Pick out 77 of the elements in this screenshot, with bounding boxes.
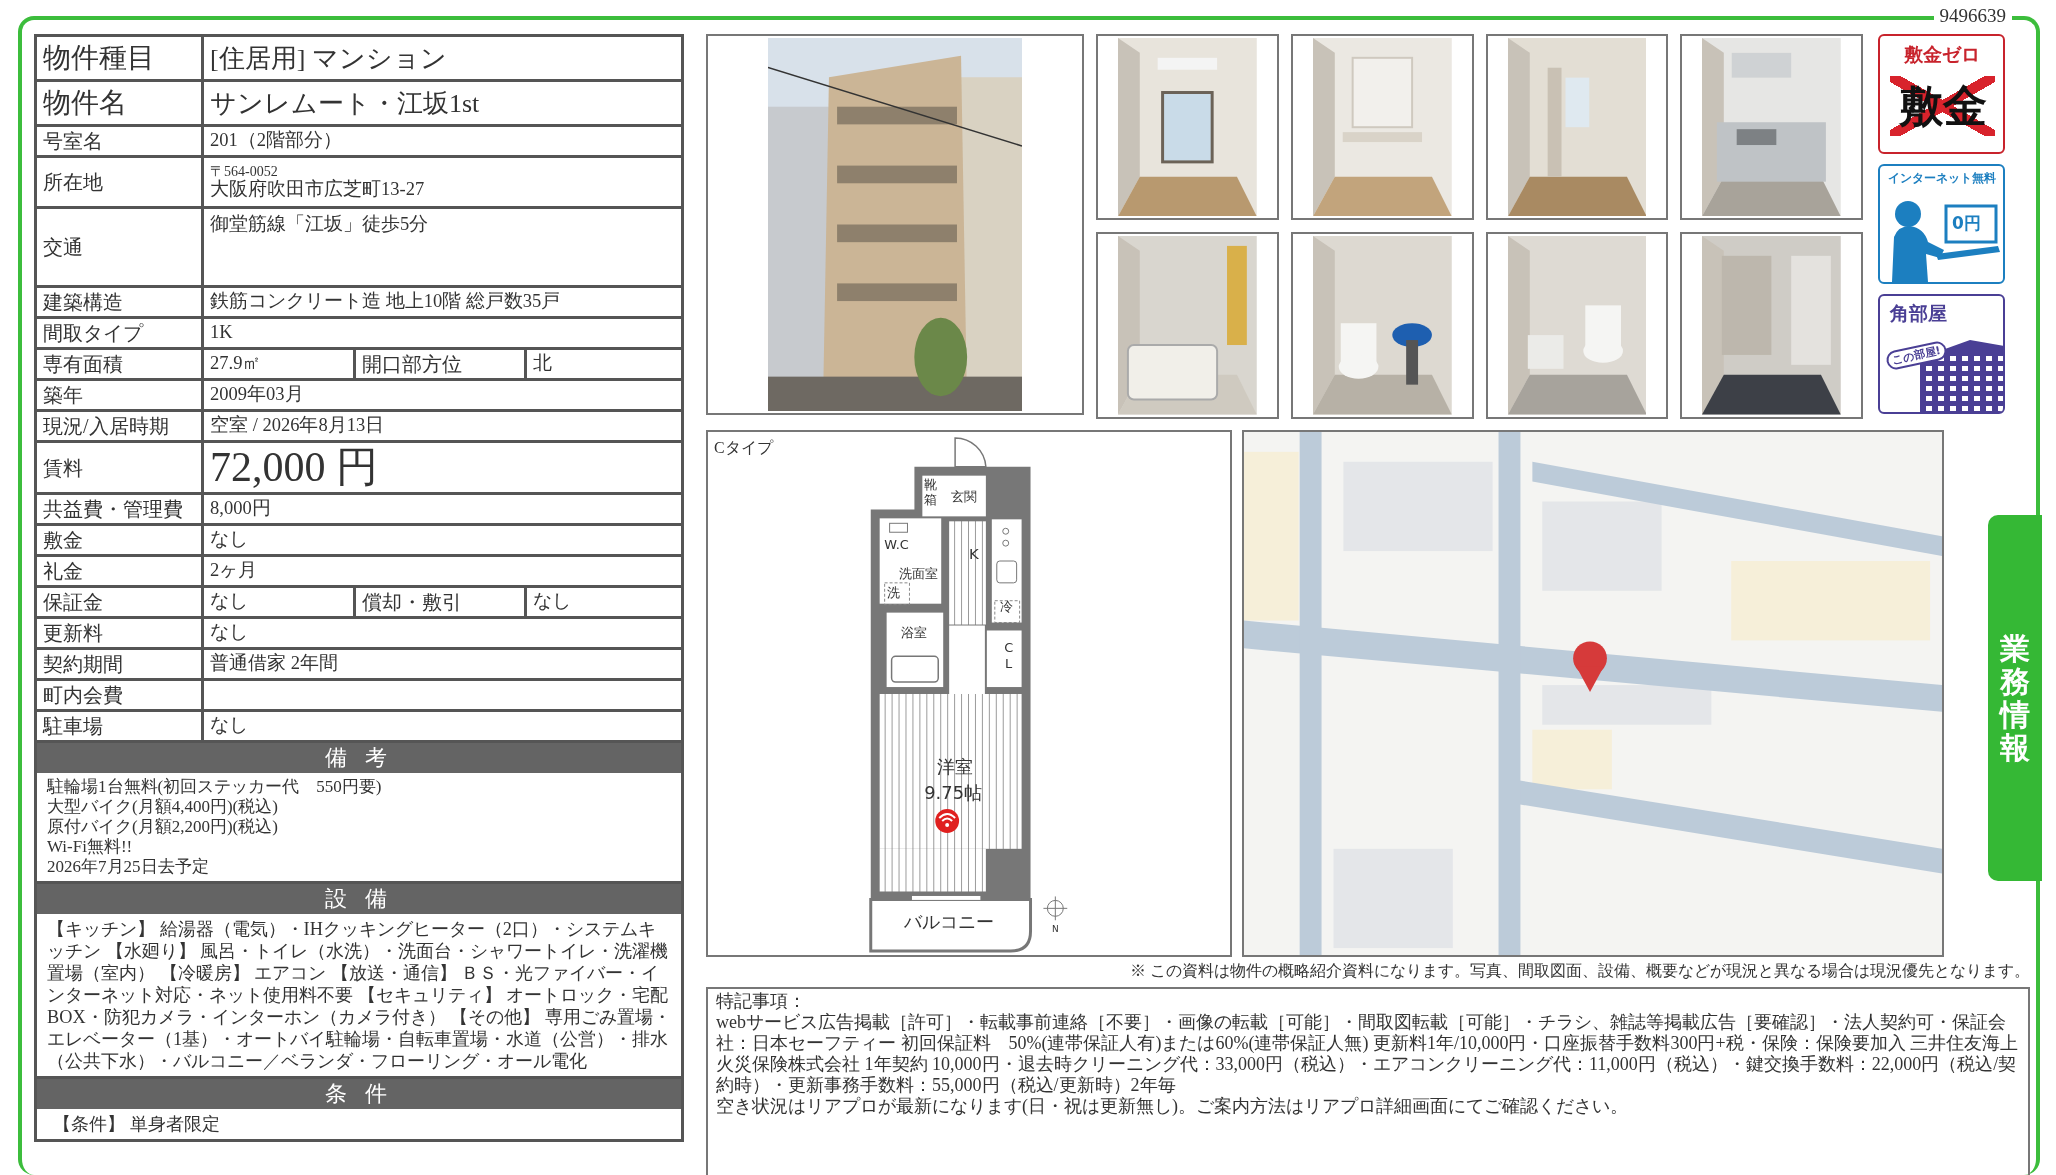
room-label: 靴箱 bbox=[923, 476, 937, 508]
field-value: 御堂筋線「江坂」徒歩5分 bbox=[210, 213, 429, 236]
field-value: なし bbox=[210, 714, 248, 738]
field-label: 開口部方位 bbox=[362, 352, 462, 377]
field-label: 駐車場 bbox=[43, 714, 103, 739]
field-label: 賃料 bbox=[43, 455, 83, 481]
room-label: バルコニー bbox=[904, 911, 995, 933]
notes-paragraph: webサービス広告掲載［許可］・転載事前連絡［不要］・画像の転載［可能］・間取図転載［可能］・チラシ、雑誌等掲載広告［要確認］・法人契約可・保証会社：日本セーフティー 初回保証料 50%(連帯保証人有)または60%(連帯保証人無) 更新料1年/10,000円・口座振替手数料300円+税・保険：保険要加入 三井住友海上火災保険株式会社 1年契約 10,000円・退去時クリーニング代：33,000円（税込）・エアコンクリーニング代：11,000円（税込）・鍵交換手数料：22,000円（税込/契約時）・更新事務手数料：55,000円（税込/更新時）2年毎 bbox=[716, 1012, 2020, 1096]
field-value: 1K bbox=[210, 321, 233, 345]
disclaimer-text: ※ この資料は物件の概略紹介資料になります。写真、間取図面、設備、概要などが現況と異なる場合は現況優先となります。 bbox=[1129, 961, 2030, 981]
field-label: 礼金 bbox=[43, 559, 83, 584]
remark-line: Wi-Fi無料!! bbox=[47, 837, 134, 857]
room-label: 洗面室 bbox=[898, 565, 938, 581]
plan-caption: Cタイプ bbox=[713, 438, 773, 456]
field-label: 間取タイプ bbox=[43, 321, 143, 346]
field-value: 普通借家 2年間 bbox=[210, 652, 338, 676]
equipment-text: 【キッチン】 給湯器（電気）・IHクッキングヒーター（2口）・システムキッチン 【水廻り】 風呂・トイレ（水洗）・洗面台・シャワートイレ・洗濯機置場（室内） 【冷暖房】 エアコン 【放送・通信】 ＢＳ・光ファイバー・インターネット対応・ネット使用料不要 【セキュリティ】 オートロック・宅配BOX・防犯カメラ・インターホン（カメラ付き） 【その他】 専用ごみ置場・エレベーター（1基）・オートバイ駐輪場・自転車置場・水道（公営）・排水（公共下水）・バルコニー／ベランダ・フローリング・オール電化 bbox=[47, 918, 671, 1072]
field-value: 北 bbox=[533, 352, 552, 376]
field-label: 償却・敷引 bbox=[362, 590, 462, 615]
remark-line: 2026年7月25日去予定 bbox=[47, 857, 210, 877]
side-tab[interactable]: 業務情報 bbox=[1988, 515, 2042, 881]
remark-line: 大型バイク(月額4,400円)(税込) bbox=[47, 797, 279, 817]
field-value: なし bbox=[210, 590, 248, 614]
field-value: 鉄筋コンクリート造 地上10階 総戸数35戸 bbox=[210, 290, 561, 314]
field-label: 町内会費 bbox=[43, 683, 123, 708]
wifi-icon bbox=[935, 809, 960, 833]
room-label: 9.75帖 bbox=[924, 782, 982, 804]
notes-heading: 特記事項： bbox=[716, 991, 807, 1012]
room-label: K bbox=[969, 545, 979, 564]
field-label: 更新料 bbox=[43, 621, 103, 646]
room-label: 浴室 bbox=[901, 625, 928, 641]
room-label: 洗 bbox=[887, 584, 901, 600]
section-header: 備 考 bbox=[34, 743, 684, 773]
field-label: 共益費・管理費 bbox=[43, 497, 183, 522]
field-value: なし bbox=[210, 528, 248, 552]
field-label: 専有面積 bbox=[43, 352, 123, 377]
postal-code: 〒564-0052 bbox=[210, 164, 278, 179]
field-label: 物件種目 bbox=[43, 41, 155, 75]
room-label: 冷 bbox=[1000, 598, 1014, 614]
field-value: 8,000円 bbox=[210, 497, 271, 521]
field-value: サンレムート・江坂1st bbox=[210, 87, 480, 120]
field-label: 号室名 bbox=[43, 129, 103, 154]
room-label: 玄関 bbox=[951, 489, 978, 505]
room-label: CL bbox=[1004, 640, 1014, 672]
field-value: 2009年03月 bbox=[210, 383, 304, 407]
section-header: 条 件 bbox=[34, 1079, 684, 1109]
badge-title: インターネット無料 bbox=[1886, 170, 1997, 187]
badge-title: 角部屋 bbox=[1888, 301, 1948, 326]
compass-icon bbox=[1042, 895, 1068, 921]
rent-value: 72,000 円 bbox=[210, 443, 378, 492]
field-label: 契約期間 bbox=[43, 652, 123, 677]
field-label: 物件名 bbox=[43, 86, 127, 120]
field-label: 所在地 bbox=[43, 170, 103, 195]
field-label: 保証金 bbox=[43, 590, 103, 615]
field-value: [住居用] マンション bbox=[210, 42, 447, 75]
room-label: W.C bbox=[884, 537, 909, 553]
field-label: 建築構造 bbox=[43, 290, 123, 315]
field-label: 現況/入居時期 bbox=[43, 414, 169, 439]
field-value: 201（2階部分） bbox=[210, 129, 342, 153]
remark-line: 駐輪場1台無料(初回ステッカー代 550円要) bbox=[47, 777, 383, 797]
badge-title: 敷金ゼロ bbox=[1902, 42, 1981, 67]
price-text: 0円 bbox=[1952, 213, 1981, 233]
field-label: 交通 bbox=[43, 235, 83, 260]
remark-line: 原付バイク(月額2,200円)(税込) bbox=[47, 817, 279, 837]
field-value: なし bbox=[533, 590, 571, 614]
field-value: 大阪府吹田市広芝町13-27 bbox=[210, 179, 425, 200]
field-value: なし bbox=[210, 621, 248, 645]
field-value: 空室 / 2026年8月13日 bbox=[210, 414, 385, 438]
conditions-text: 【条件】 単身者限定 bbox=[52, 1113, 221, 1135]
notes-paragraph: 空き状況はリアプロが最新になります(日・祝は更新無し)。ご案内方法はリアプロ詳細画面にてご確認ください。 bbox=[716, 1096, 1629, 1117]
field-value: 2ヶ月 bbox=[210, 559, 258, 583]
field-label: 敷金 bbox=[43, 528, 83, 553]
field-label: 築年 bbox=[43, 383, 83, 408]
field-value: 27.9㎡ bbox=[210, 352, 262, 376]
north-label: N bbox=[1052, 924, 1059, 935]
room-label: 洋室 bbox=[937, 756, 974, 778]
section-header: 設 備 bbox=[34, 884, 684, 914]
